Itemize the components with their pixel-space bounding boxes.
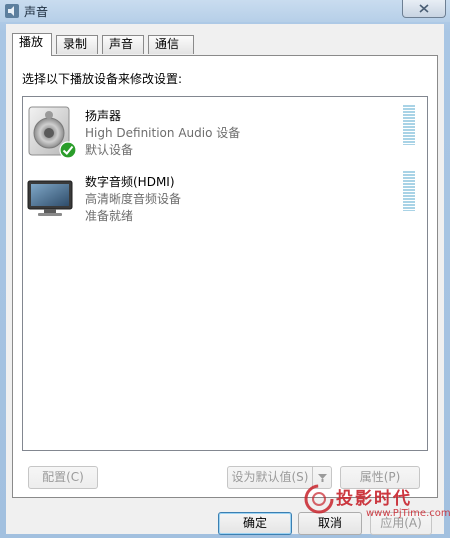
title-bar: 声音 <box>0 0 450 22</box>
playback-panel: 选择以下播放设备来修改设置: 扬声器 High Definition Audio… <box>12 55 438 498</box>
watermark: 投影时代 www.PjTime.com <box>300 478 450 538</box>
device-item-speakers[interactable]: 扬声器 High Definition Audio 设备 默认设备 <box>23 101 413 161</box>
device-list[interactable]: 扬声器 High Definition Audio 设备 默认设备 数字音频(H… <box>22 96 428 451</box>
device-name: 数字音频(HDMI) <box>85 175 175 189</box>
volume-meter <box>403 105 415 145</box>
close-icon <box>419 4 429 13</box>
watermark-logo-icon <box>304 484 334 514</box>
tab-label: 录制 <box>63 37 88 51</box>
tab-communications[interactable]: 通信 <box>148 35 194 54</box>
tab-label: 通信 <box>155 37 180 51</box>
tab-label: 声音 <box>109 37 134 51</box>
watermark-text: 投影时代 <box>336 489 412 509</box>
tab-label: 播放 <box>19 35 44 49</box>
watermark-url: www.PjTime.com <box>366 508 450 519</box>
device-description: High Definition Audio 设备 <box>85 126 241 140</box>
device-status: 默认设备 <box>85 143 134 157</box>
window-title: 声音 <box>24 5 49 19</box>
device-status: 准备就绪 <box>85 209 134 223</box>
device-description: 高清晰度音频设备 <box>85 192 182 206</box>
tab-recording[interactable]: 录制 <box>56 35 98 54</box>
device-item-hdmi[interactable]: 数字音频(HDMI) 高清晰度音频设备 准备就绪 <box>23 167 413 227</box>
device-name: 扬声器 <box>85 109 122 123</box>
close-button[interactable] <box>402 0 446 18</box>
configure-button[interactable]: 配置(C) <box>28 466 98 489</box>
default-check-icon <box>59 141 77 159</box>
speaker-app-icon <box>5 4 19 18</box>
volume-meter <box>403 171 415 211</box>
tab-sounds[interactable]: 声音 <box>102 35 144 54</box>
dialog-client-area: 播放 录制 声音 通信 选择以下播放设备来修改设置: 扬声器 High Defi… <box>6 24 444 535</box>
instruction-text: 选择以下播放设备来修改设置: <box>22 72 183 86</box>
ok-button[interactable]: 确定 <box>218 512 292 535</box>
tab-playback[interactable]: 播放 <box>12 33 52 56</box>
monitor-icon <box>27 180 73 216</box>
